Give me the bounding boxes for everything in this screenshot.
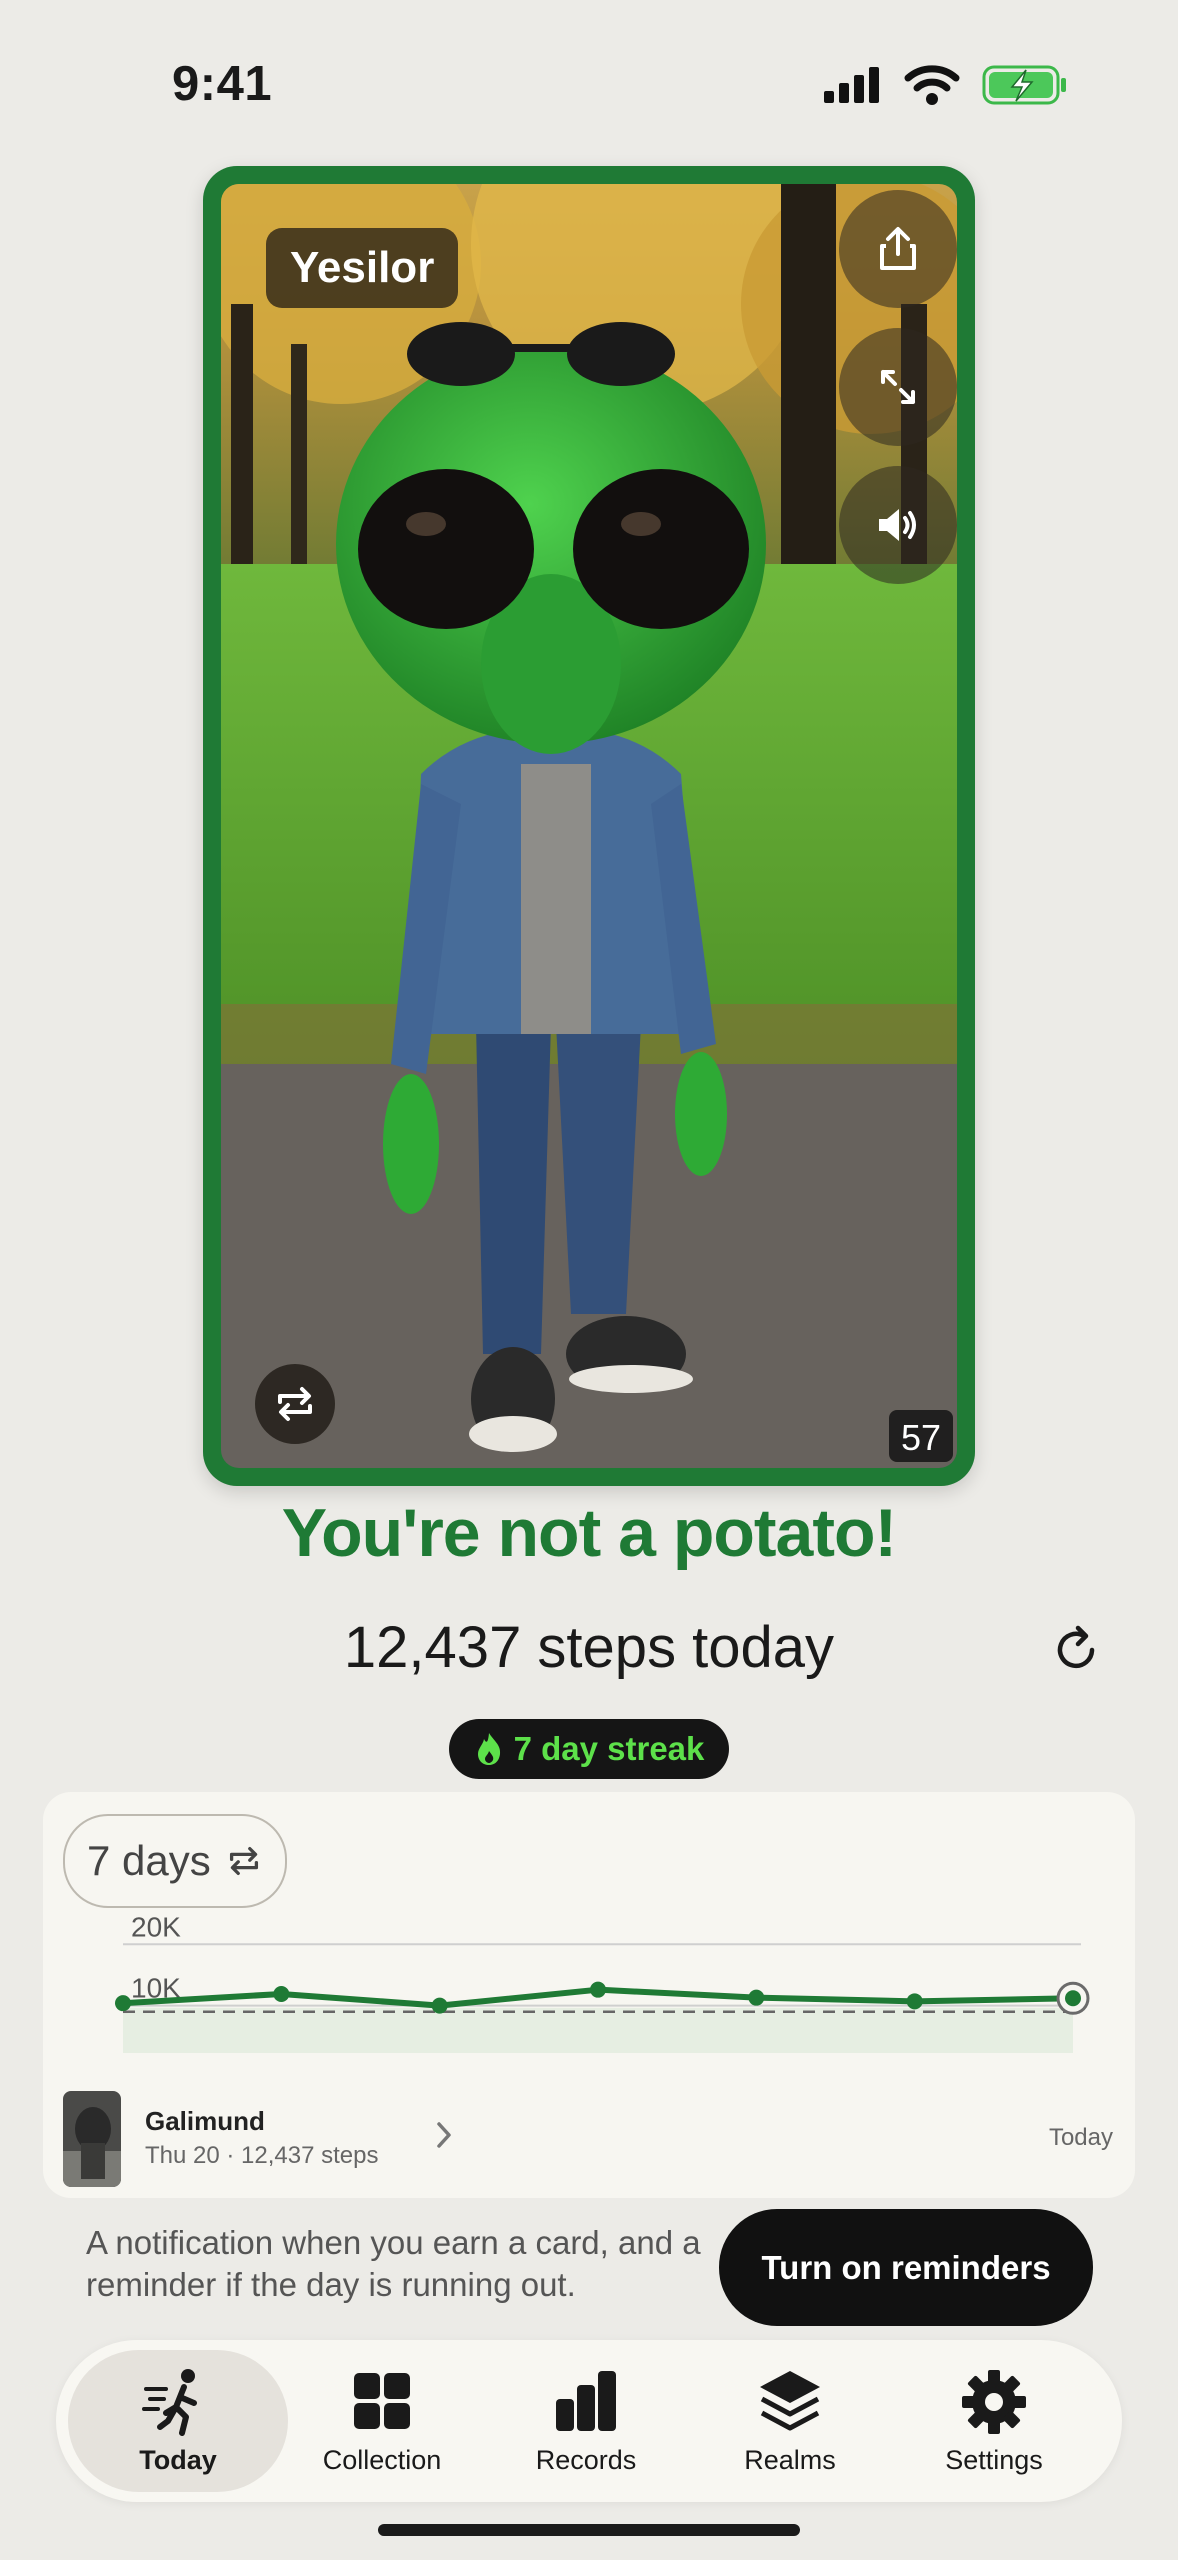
flame-icon (477, 1733, 500, 1765)
status-icons (822, 62, 1068, 108)
sound-button[interactable] (839, 466, 957, 584)
tab-settings-label: Settings (945, 2444, 1043, 2475)
tab-collection-label: Collection (322, 2444, 442, 2475)
data-point (906, 1993, 923, 2010)
share-icon (880, 227, 916, 270)
data-point (431, 1997, 448, 2014)
tab-today[interactable]: Today (68, 2350, 288, 2492)
goal-band (123, 2007, 1073, 2053)
entry-subtitle: Thu 20 · 12,437 steps (145, 2142, 379, 2169)
tab-realms[interactable]: Realms (680, 2350, 900, 2492)
layers-icon (760, 2370, 820, 2430)
entry-date: Today (1048, 2124, 1113, 2151)
bar-chart-icon (556, 2370, 616, 2431)
data-point (748, 1989, 765, 2006)
tab-records[interactable]: Records (476, 2350, 696, 2492)
summary-panel: 7 days 20K 10K Galimund Thu 20 · 12,437 s… (43, 1792, 1135, 2198)
data-point (1065, 1990, 1081, 2007)
creature-name-label: Yesilor (266, 228, 459, 308)
creature-card[interactable]: Yesilor 57 (203, 166, 975, 1486)
tab-settings[interactable]: Settings (884, 2350, 1104, 2492)
chevron-right-icon[interactable] (435, 2120, 453, 2150)
headline: You're not a potato! (281, 1495, 897, 1571)
speaker-icon (879, 509, 916, 541)
refresh-icon[interactable] (1048, 1622, 1104, 1678)
repeat-icon (229, 1846, 258, 1876)
streak-label: 7 day streak (513, 1730, 705, 1767)
status-time: 9:41 (172, 57, 273, 111)
gear-icon (962, 2369, 1026, 2434)
card-count: 57 (889, 1410, 953, 1462)
data-point (273, 1985, 290, 2002)
turn-on-reminders-button[interactable]: Turn on reminders (719, 2209, 1093, 2326)
steps-today: 12,437 steps today (343, 1615, 835, 1680)
repeat-icon (278, 1387, 312, 1421)
battery-charging-icon (982, 65, 1066, 105)
grid-icon (354, 2372, 410, 2429)
tab-bar: Today Collection Records Realms Settings (56, 2340, 1122, 2502)
home-indicator (378, 2524, 800, 2536)
data-point (590, 1981, 606, 1998)
range-label: 7 days (87, 1837, 211, 1884)
tab-collection[interactable]: Collection (272, 2350, 492, 2492)
y-tick-label: 20K (131, 1912, 181, 1942)
tab-records-label: Records (535, 2444, 637, 2475)
streak-badge: 7 day streak (449, 1719, 729, 1779)
notification-description: A notification when you earn a card, and… (86, 2224, 701, 2303)
data-point (115, 1995, 131, 2012)
entry-thumbnail[interactable] (63, 2091, 121, 2187)
share-button[interactable] (839, 190, 957, 308)
swap-button[interactable] (255, 1364, 335, 1444)
steps-chart: 20K10K (115, 1912, 1090, 2053)
walking-person-icon (142, 2368, 197, 2436)
expand-icon (881, 370, 915, 404)
range-toggle-button[interactable]: 7 days (63, 1814, 287, 1908)
entry-name: Galimund (145, 2106, 265, 2136)
tab-realms-label: Realms (744, 2444, 836, 2475)
expand-button[interactable] (839, 328, 957, 446)
creature-image[interactable]: Yesilor 57 (221, 184, 957, 1468)
tab-today-label: Today (139, 2444, 217, 2475)
cellular-signal-icon (824, 67, 879, 103)
wifi-icon (904, 65, 960, 105)
